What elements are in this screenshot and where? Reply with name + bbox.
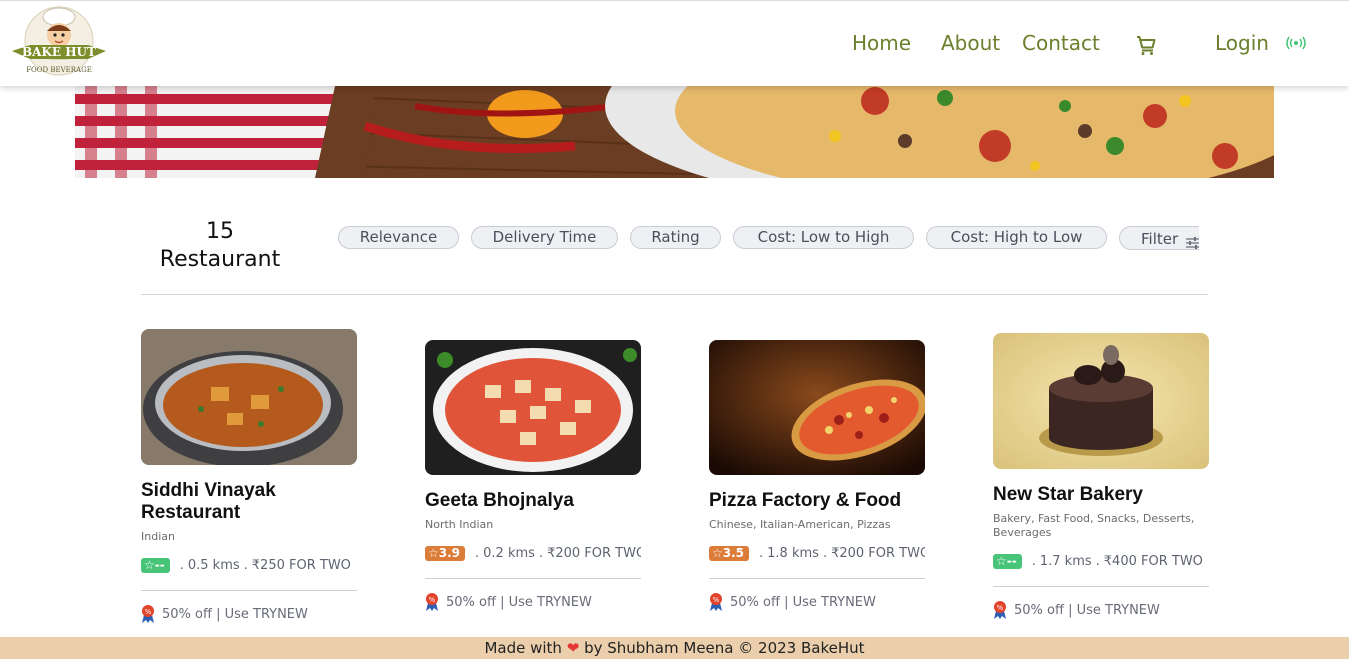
separator-dot: . — [243, 558, 248, 573]
restaurant-cost: ₹200 FOR TWO — [547, 546, 641, 561]
cart-icon[interactable] — [1134, 33, 1158, 57]
restaurant-image[interactable] — [141, 329, 357, 465]
restaurant-meta: ☆-- . 1.7 kms . ₹400 FOR TWO — [993, 554, 1209, 569]
footer-made-with: Made with — [484, 639, 562, 657]
card-divider — [993, 586, 1209, 587]
svg-text:%: % — [145, 608, 152, 616]
restaurant-meta: ☆3.9 . 0.2 kms . ₹200 FOR TWO — [425, 546, 641, 561]
sort-delivery-time-chip[interactable]: Delivery Time — [471, 226, 618, 249]
discount-badge-icon: % — [709, 593, 723, 611]
restaurant-distance: 0.5 kms — [187, 558, 240, 573]
restaurant-name[interactable]: Siddhi Vinayak Restaurant — [141, 480, 357, 524]
restaurant-name[interactable]: Pizza Factory & Food — [709, 490, 925, 512]
restaurant-cuisine: Chinese, Italian-American, Pizzas — [709, 518, 891, 531]
nav-contact-link[interactable]: Contact — [1022, 31, 1100, 55]
restaurant-card[interactable]: Geeta Bhojnalya North Indian ☆3.9 . 0.2 … — [425, 340, 641, 611]
restaurant-cuisine: North Indian — [425, 518, 494, 531]
hero-banner-image — [75, 86, 1274, 178]
sort-cost-high-low-chip[interactable]: Cost: High to Low — [926, 226, 1107, 249]
page-footer: Made with ❤ by Shubham Meena © 2023 Bake… — [0, 637, 1349, 659]
filter-button[interactable]: Filter — [1119, 226, 1199, 250]
bake-hut-logo[interactable]: BAKE HUT FOOD BEVERAGE — [10, 3, 108, 83]
restaurant-cuisine: Indian — [141, 530, 175, 543]
restaurant-distance: 0.2 kms — [483, 546, 535, 561]
restaurant-meta: ☆3.5 . 1.8 kms . ₹200 FOR TWO — [709, 546, 925, 561]
separator-dot: . — [1031, 554, 1036, 569]
sliders-icon — [1186, 232, 1199, 249]
restaurant-image[interactable] — [709, 340, 925, 475]
restaurant-count-label: Restaurant — [159, 247, 281, 272]
restaurant-offer: % 50% off | Use TRYNEW — [709, 593, 925, 611]
heart-icon: ❤ — [566, 639, 580, 657]
rating-badge: ☆3.9 — [425, 546, 466, 561]
restaurant-card[interactable]: New Star Bakery Bakery, Fast Food, Snack… — [993, 333, 1209, 619]
restaurant-card[interactable]: Siddhi Vinayak Restaurant Indian ☆-- . 0… — [141, 329, 357, 623]
separator-dot: . — [538, 546, 544, 561]
restaurant-offer: % 50% off | Use TRYNEW — [993, 601, 1209, 619]
offer-text: 50% off | Use TRYNEW — [1014, 602, 1160, 618]
svg-text:%: % — [997, 604, 1004, 612]
card-divider — [709, 578, 925, 579]
separator-dot: . — [475, 546, 480, 561]
separator-dot: . — [1095, 554, 1100, 569]
rating-badge: ☆-- — [993, 554, 1022, 569]
separator-dot: . — [759, 546, 764, 561]
restaurant-image[interactable] — [425, 340, 641, 475]
separator-dot: . — [822, 546, 828, 561]
svg-text:%: % — [429, 596, 436, 604]
separator-dot: . — [179, 558, 184, 573]
restaurant-card[interactable]: Pizza Factory & Food Chinese, Italian-Am… — [709, 340, 925, 611]
discount-badge-icon: % — [141, 605, 155, 623]
brand-tagline-logo-text: FOOD BEVERAGE — [26, 66, 92, 74]
nav-login-link[interactable]: Login — [1215, 31, 1269, 55]
offer-text: 50% off | Use TRYNEW — [446, 594, 592, 610]
sort-cost-low-high-chip[interactable]: Cost: Low to High — [733, 226, 914, 249]
restaurant-cuisine: Bakery, Fast Food, Snacks, Desserts, Bev… — [993, 512, 1195, 539]
restaurant-count-number: 15 — [206, 219, 234, 244]
sort-bar-divider — [141, 294, 1208, 295]
discount-badge-icon: % — [993, 601, 1007, 619]
card-divider — [425, 578, 641, 579]
offer-text: 50% off | Use TRYNEW — [730, 594, 876, 610]
restaurant-name[interactable]: New Star Bakery — [993, 484, 1209, 506]
brand-name-logo-text: BAKE HUT — [22, 45, 96, 59]
restaurant-cost: ₹200 FOR TWO — [831, 546, 925, 561]
nav-home-link[interactable]: Home — [852, 31, 911, 55]
rating-badge: ☆-- — [141, 558, 170, 573]
restaurant-distance: 1.7 kms — [1039, 554, 1092, 569]
sort-rating-chip[interactable]: Rating — [630, 226, 721, 249]
filter-label: Filter — [1141, 230, 1179, 248]
top-navbar: BAKE HUT FOOD BEVERAGE Home About Contac… — [0, 0, 1349, 86]
restaurant-offer: % 50% off | Use TRYNEW — [425, 593, 641, 611]
offer-text: 50% off | Use TRYNEW — [162, 606, 308, 622]
copyright-icon: © — [738, 639, 754, 657]
sort-relevance-chip[interactable]: Relevance — [338, 226, 459, 249]
nav-about-link[interactable]: About — [941, 31, 1000, 55]
restaurant-meta: ☆-- . 0.5 kms . ₹250 FOR TWO — [141, 558, 357, 573]
restaurant-offer: % 50% off | Use TRYNEW — [141, 605, 357, 623]
footer-author: by Shubham Meena — [584, 639, 734, 657]
footer-year-brand: 2023 BakeHut — [758, 639, 865, 657]
rating-badge: ☆3.5 — [709, 546, 750, 561]
restaurant-count: 15 Restaurant — [140, 218, 300, 274]
svg-text:%: % — [713, 596, 720, 604]
restaurant-cost: ₹400 FOR TWO — [1103, 554, 1203, 569]
card-divider — [141, 590, 357, 591]
restaurant-cost: ₹250 FOR TWO — [251, 558, 351, 573]
restaurant-distance: 1.8 kms — [767, 546, 819, 561]
discount-badge-icon: % — [425, 593, 439, 611]
restaurant-name[interactable]: Geeta Bhojnalya — [425, 490, 641, 512]
restaurant-image[interactable] — [993, 333, 1209, 469]
online-status-icon — [1286, 35, 1306, 51]
